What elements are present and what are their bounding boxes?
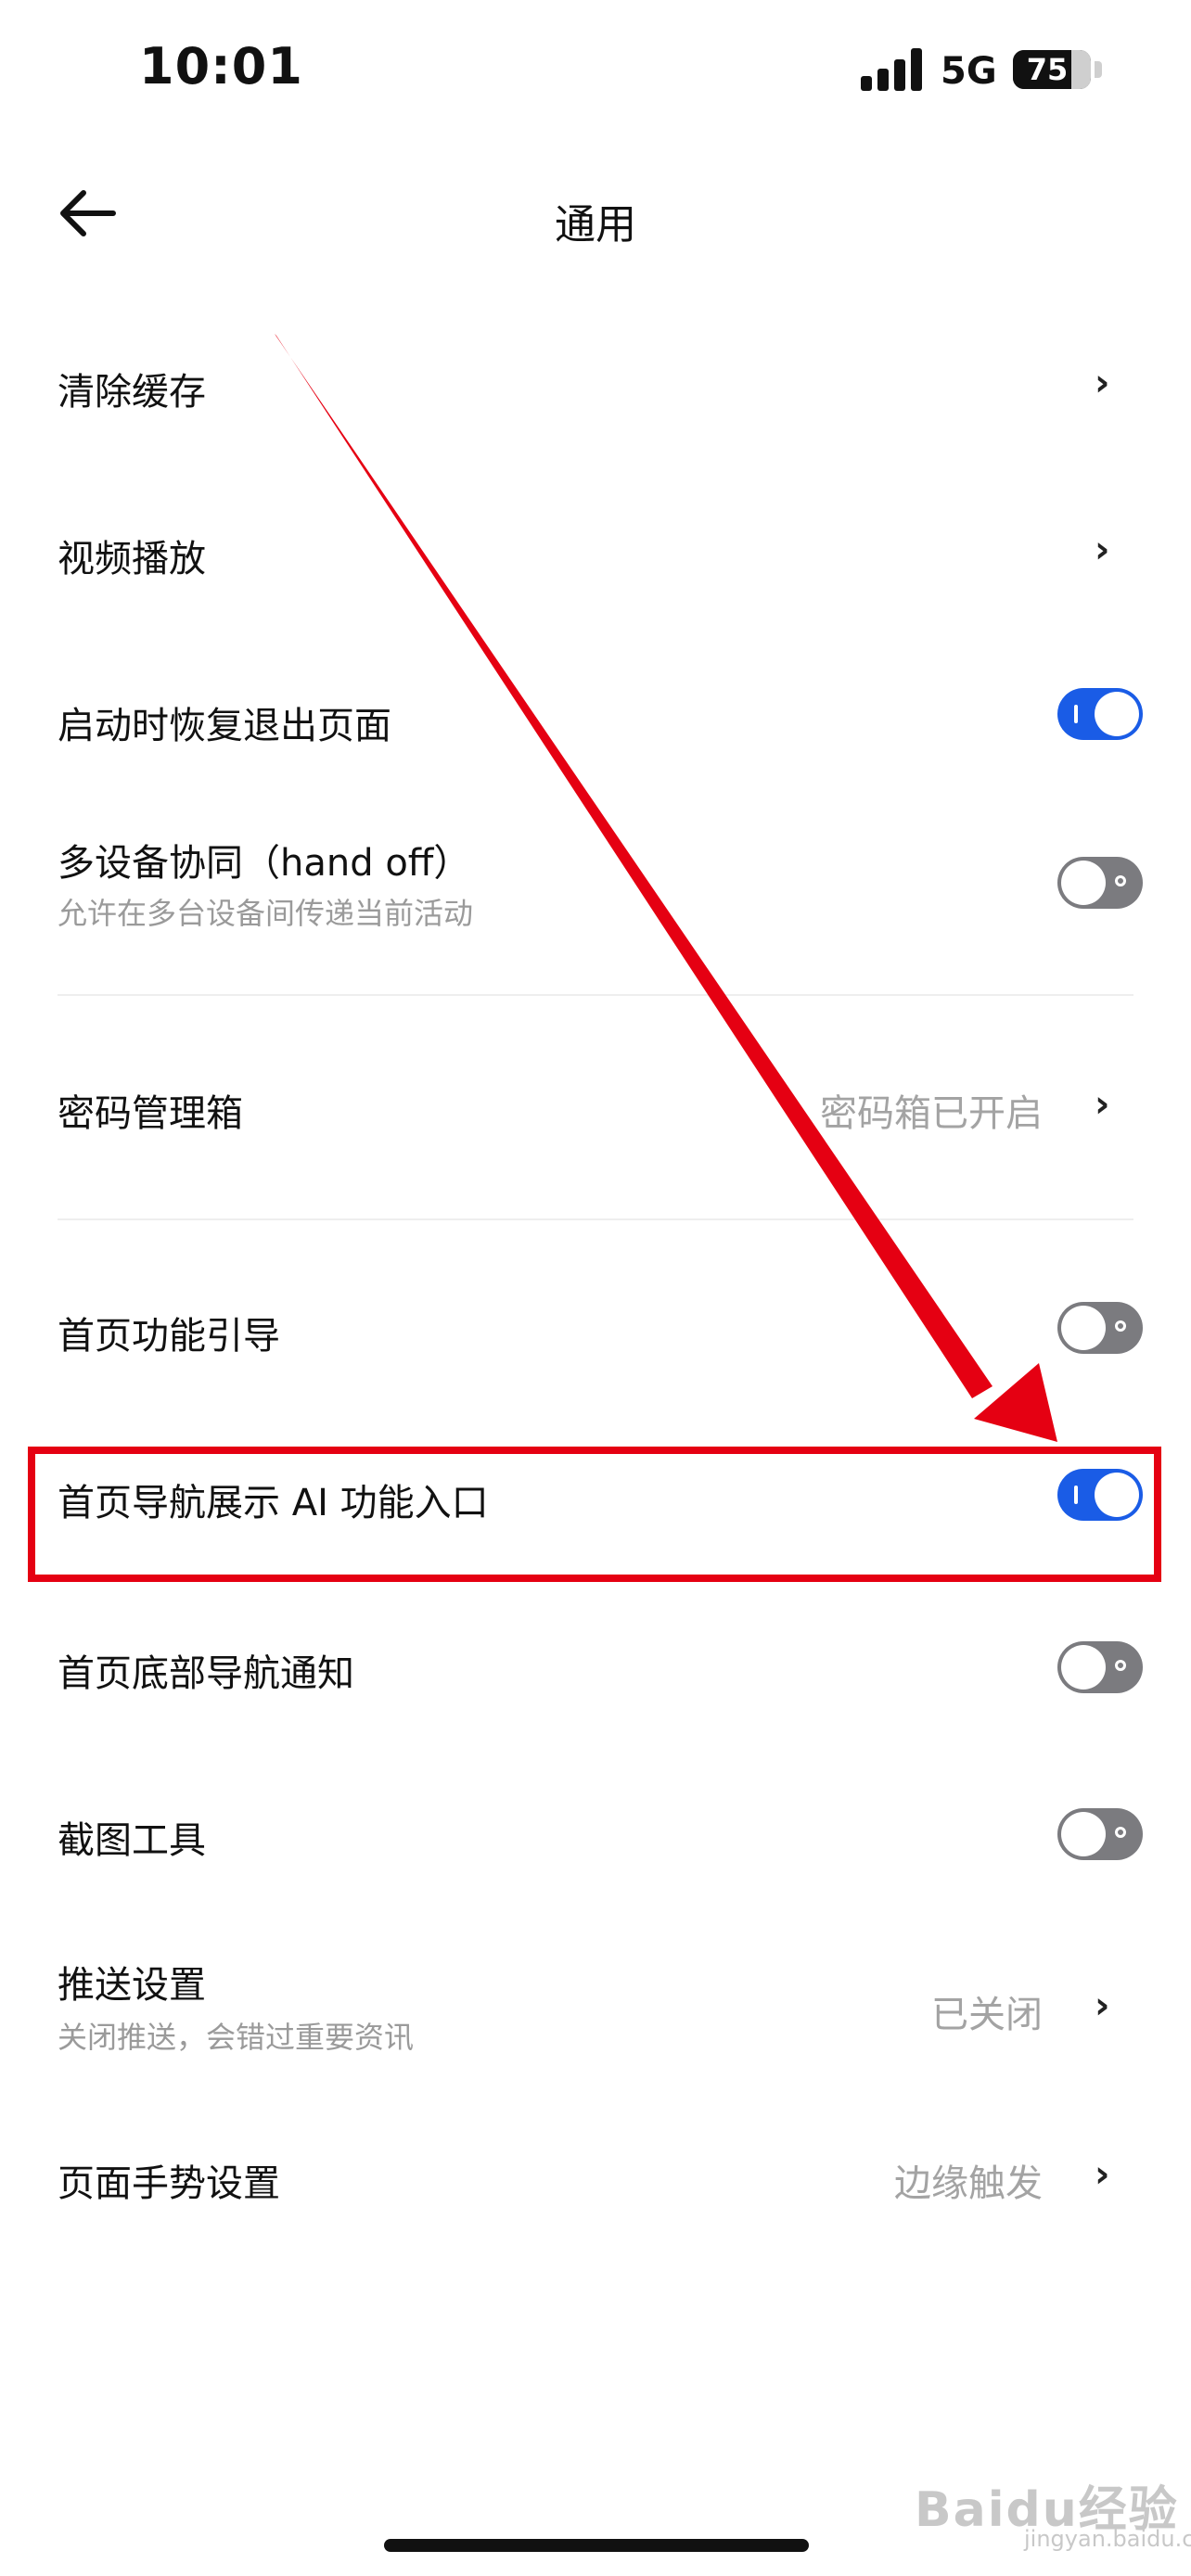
setting-label: 视频播放 [58,538,206,580]
setting-subtitle: 关闭推送，会错过重要资讯 [58,2020,415,2055]
setting-video-playback[interactable]: 视频播放 › [0,501,1191,593]
battery-level: 75 [1026,52,1069,87]
setting-bottom-nav-notice[interactable]: 首页底部导航通知 [0,1623,1191,1715]
setting-value: 已关闭 [931,1994,1043,2036]
setting-push[interactable]: 推送设置 关闭推送，会错过重要资讯 已关闭 › [0,1938,1191,2086]
setting-screenshot-tool[interactable]: 截图工具 [0,1790,1191,1882]
page-title: 通用 [555,201,636,249]
status-time: 10:01 [139,37,303,96]
screenshot-tool-toggle[interactable] [1057,1808,1143,1860]
setting-handoff[interactable]: 多设备协同（hand off） 允许在多台设备间传递当前活动 [0,816,1191,964]
setting-value: 密码箱已开启 [820,1092,1043,1135]
setting-restore-pages[interactable]: 启动时恢复退出页面 [0,668,1191,760]
chevron-right-icon: › [1095,529,1110,571]
setting-value: 边缘触发 [894,2162,1043,2205]
restore-pages-toggle[interactable] [1057,688,1143,740]
setting-label: 截图工具 [58,1819,206,1862]
setting-label: 清除缓存 [58,371,206,414]
status-bar: 10:01 5G 75 [0,0,1191,139]
setting-label: 多设备协同（hand off） [58,842,471,885]
setting-label: 首页底部导航通知 [58,1652,354,1695]
setting-clear-cache[interactable]: 清除缓存 › [0,334,1191,427]
chevron-right-icon: › [1095,1984,1110,2027]
home-indicator [384,2539,809,2552]
battery-icon: 75 [1013,50,1091,89]
setting-label: 启动时恢复退出页面 [58,705,391,747]
setting-gesture[interactable]: 页面手势设置 边缘触发 › [0,2133,1191,2225]
divider [58,1218,1133,1220]
network-type: 5G [941,50,997,93]
watermark-domain: jingyan.baidu.com [1024,2526,1191,2552]
setting-subtitle: 允许在多台设备间传递当前活动 [58,896,474,931]
setting-label: 页面手势设置 [58,2162,280,2205]
handoff-toggle[interactable] [1057,857,1143,909]
setting-password-manager[interactable]: 密码管理箱 密码箱已开启 › [0,1066,1191,1159]
signal-icon [861,48,926,91]
chevron-right-icon: › [1095,1083,1110,1126]
setting-label: 推送设置 [58,1964,206,2007]
setting-label: 首页功能引导 [58,1315,280,1358]
battery-tip [1095,61,1102,78]
chevron-right-icon: › [1095,362,1110,404]
highlight-box [28,1447,1161,1582]
home-guide-toggle[interactable] [1057,1302,1143,1354]
setting-label: 密码管理箱 [58,1092,243,1135]
nav-bar: 通用 [0,158,1191,269]
setting-home-guide[interactable]: 首页功能引导 [0,1289,1191,1382]
divider [58,994,1133,996]
bottom-nav-notice-toggle[interactable] [1057,1641,1143,1693]
chevron-right-icon: › [1095,2153,1110,2196]
